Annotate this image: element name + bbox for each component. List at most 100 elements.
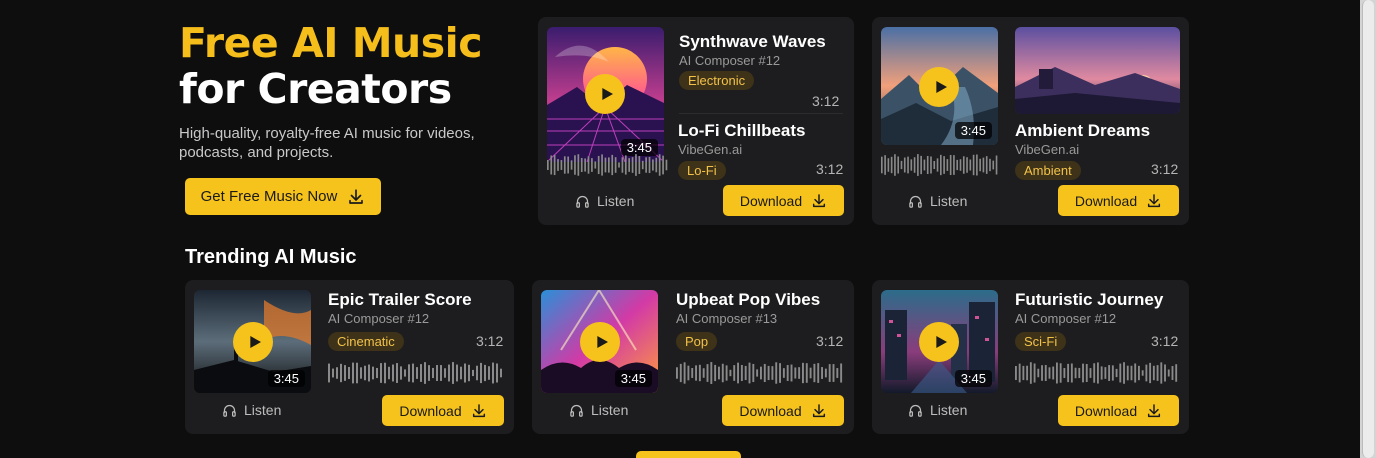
- synthwave-play-button[interactable]: [585, 74, 625, 114]
- waveform-bar: [563, 156, 566, 174]
- track-cover[interactable]: 3:45: [194, 290, 311, 393]
- waveform-bar: [910, 159, 913, 171]
- get-free-music-button[interactable]: Get Free Music Now: [185, 178, 381, 215]
- waveform-bar: [444, 368, 446, 378]
- waveform-bar: [890, 156, 893, 174]
- scrollbar[interactable]: [1360, 0, 1376, 458]
- download-button[interactable]: Download: [382, 395, 504, 426]
- waveform-bar: [416, 367, 418, 379]
- waveform-bar: [344, 365, 346, 381]
- waveform[interactable]: [547, 154, 669, 176]
- waveform-bar: [1167, 369, 1170, 377]
- waveform-bar: [940, 154, 942, 176]
- track-cover[interactable]: 3:45: [541, 290, 658, 393]
- lofi-time: 3:12: [816, 161, 844, 177]
- waveform-bar: [832, 364, 835, 382]
- track-duration: 3:45: [954, 370, 992, 387]
- waveform-bar: [933, 160, 936, 170]
- synthwave-cover[interactable]: 3:45: [547, 27, 664, 162]
- mountain-cover[interactable]: 3:45: [881, 27, 998, 145]
- track-title[interactable]: Epic Trailer Score: [328, 290, 472, 310]
- waveform-bar: [995, 155, 998, 175]
- waveform-bar: [400, 366, 402, 380]
- waveform-bar: [336, 367, 338, 379]
- hero: Free AI Music for Creators High-quality,…: [179, 20, 519, 162]
- waveform-bar: [332, 368, 334, 378]
- track-title[interactable]: Futuristic Journey: [1015, 290, 1163, 310]
- scrollbar-thumb[interactable]: [1362, 0, 1374, 458]
- synthwave-title[interactable]: Synthwave Waves: [679, 32, 826, 52]
- mountain-duration: 3:45: [954, 122, 992, 139]
- track-play-button[interactable]: [919, 322, 959, 362]
- track-play-button[interactable]: [580, 322, 620, 362]
- waveform-bar: [492, 362, 494, 384]
- waveform-bar: [1052, 366, 1055, 380]
- ambient-title[interactable]: Ambient Dreams: [1015, 121, 1150, 141]
- track-time: 3:12: [816, 333, 844, 349]
- listen-button[interactable]: Listen: [908, 193, 967, 209]
- waveform[interactable]: [881, 154, 999, 176]
- waveform[interactable]: [328, 362, 504, 384]
- track-title[interactable]: Upbeat Pop Vibes: [676, 290, 820, 310]
- waveform-bar: [547, 160, 549, 170]
- listen-button[interactable]: Listen: [575, 193, 634, 209]
- waveform-bar: [828, 364, 831, 382]
- waveform[interactable]: [1015, 362, 1179, 384]
- waveform-bar: [706, 364, 709, 382]
- waveform-bar: [412, 363, 414, 383]
- waveform-bar: [652, 159, 654, 171]
- waveform-bar: [618, 162, 620, 168]
- listen-label: Listen: [597, 193, 635, 209]
- download-button[interactable]: Download: [1058, 395, 1179, 426]
- waveform-bar: [710, 362, 713, 384]
- waveform-bar: [420, 364, 422, 382]
- waveform-bar: [348, 366, 350, 380]
- trending-title: Trending AI Music: [185, 246, 357, 268]
- waveform-bar: [658, 154, 661, 176]
- waveform[interactable]: [676, 362, 844, 384]
- waveform-bar: [782, 368, 785, 378]
- download-icon: [1148, 403, 1161, 417]
- waveform-bar: [456, 364, 458, 382]
- waveform-bar: [448, 364, 450, 382]
- download-label: Download: [1074, 192, 1138, 209]
- mountain-play-button[interactable]: [919, 67, 959, 107]
- waveform-bar: [452, 362, 454, 384]
- track-artist: AI Composer #13: [676, 311, 778, 326]
- waveform-bar: [621, 157, 624, 173]
- waveform-bar: [388, 366, 390, 380]
- waveform-bar: [695, 365, 697, 381]
- listen-button[interactable]: Listen: [569, 402, 628, 418]
- load-more-button[interactable]: [636, 451, 741, 458]
- listen-button[interactable]: Listen: [222, 402, 281, 418]
- waveform-bar: [1015, 366, 1017, 380]
- waveform-bar: [985, 156, 988, 174]
- waveform-bar: [638, 156, 641, 174]
- waveform-bar: [611, 154, 614, 176]
- track-cover[interactable]: 3:45: [881, 290, 998, 393]
- headphones-icon: [223, 404, 236, 417]
- waveform-bar: [480, 362, 482, 384]
- lofi-title[interactable]: Lo-Fi Chillbeats: [678, 121, 806, 141]
- track-card: 3:45 Futuristic Journey AI Composer #12 …: [872, 280, 1189, 434]
- waveform-bar: [608, 157, 610, 173]
- waveform-bar: [328, 363, 330, 383]
- track-play-button[interactable]: [233, 322, 273, 362]
- listen-button[interactable]: Listen: [908, 402, 967, 418]
- listen-label: Listen: [930, 402, 968, 418]
- waveform-bar: [1056, 362, 1058, 384]
- hero-subtitle: High-quality, royalty-free AI music for …: [179, 125, 475, 161]
- waveform-bar: [631, 157, 634, 173]
- play-icon: [935, 81, 947, 93]
- play-icon: [935, 336, 947, 348]
- download-button[interactable]: Download: [722, 395, 844, 426]
- waveform-bar: [1126, 365, 1129, 381]
- track-artist: AI Composer #12: [1015, 311, 1117, 326]
- waveform-bar: [884, 155, 886, 175]
- waveform-bar: [794, 367, 797, 379]
- waveform-bar: [1037, 368, 1040, 378]
- download-button[interactable]: Download: [723, 185, 844, 216]
- ambient-cover[interactable]: [1015, 27, 1180, 114]
- download-button[interactable]: Download: [1058, 185, 1179, 216]
- headphones-icon: [570, 404, 583, 417]
